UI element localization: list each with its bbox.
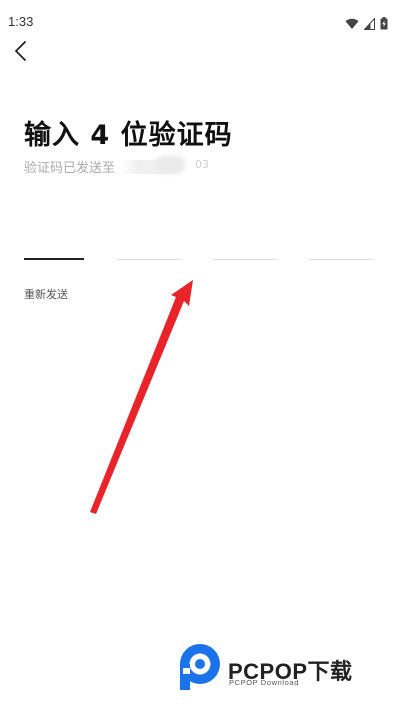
masked-phone-number: 03 [117, 155, 211, 176]
status-icons [345, 15, 388, 34]
page-title: 输入 4 位验证码 [24, 120, 233, 151]
chevron-left-icon [13, 40, 27, 66]
resend-button[interactable]: 重新发送 [24, 286, 68, 302]
subtitle-row: 验证码已发送至 03 [24, 155, 211, 176]
subtitle: 验证码已发送至 [24, 161, 116, 176]
watermark-tagline: PCPOP Download [229, 678, 299, 687]
watermark: PCPOP下载 PCPOP Download [178, 640, 393, 700]
code-input-group [24, 222, 374, 260]
phone-number-tail: 03 [195, 157, 210, 171]
status-bar: 1:33 [0, 0, 400, 44]
cellular-signal-icon [363, 15, 375, 34]
annotation-arrow [90, 280, 193, 514]
battery-charging-icon [380, 15, 388, 34]
status-time: 1:33 [8, 14, 34, 29]
code-input-box-4[interactable] [309, 222, 372, 260]
code-input-box-3[interactable] [213, 222, 276, 260]
code-input-box-2[interactable] [117, 222, 180, 260]
code-input-box-1[interactable] [24, 222, 84, 260]
pcpop-logo [180, 644, 220, 690]
back-button[interactable] [6, 38, 34, 68]
wifi-icon [345, 15, 359, 34]
